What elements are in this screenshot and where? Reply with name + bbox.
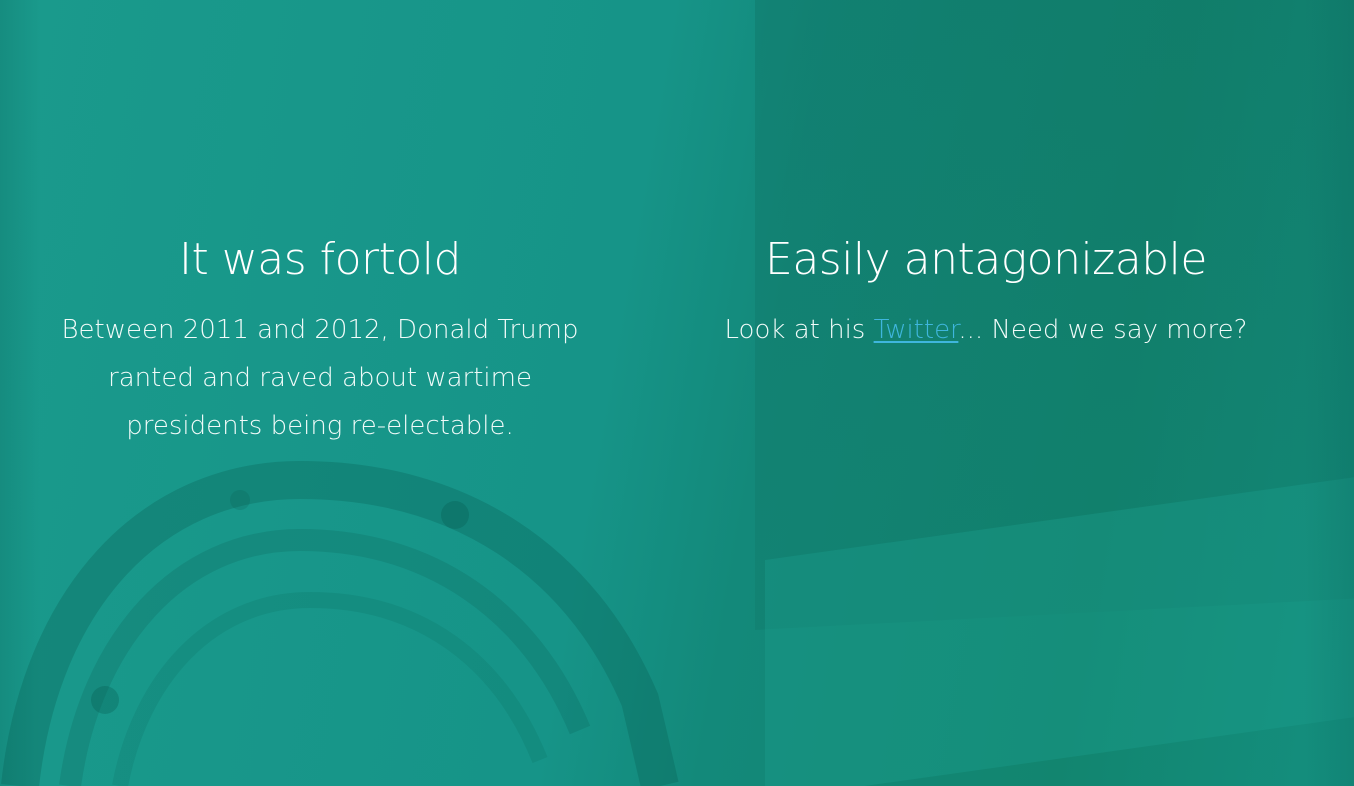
feature-fortold-heading: It was fortold xyxy=(179,234,461,285)
twitter-link[interactable]: Twitter xyxy=(874,315,959,345)
feature-fortold: It was fortold Between 2011 and 2012, Do… xyxy=(40,232,600,450)
text-after-link: ... Need we say more? xyxy=(958,315,1248,345)
feature-antagonizable-heading: Easily antagonizable xyxy=(765,234,1207,285)
text-before-link: Look at his xyxy=(724,315,874,345)
feature-fortold-text: Between 2011 and 2012, Donald Trump rant… xyxy=(61,315,579,441)
feature-antagonizable: Easily antagonizable Look at his Twitter… xyxy=(700,232,1272,354)
feature-antagonizable-text: Look at his Twitter... Need we say more? xyxy=(700,306,1272,354)
